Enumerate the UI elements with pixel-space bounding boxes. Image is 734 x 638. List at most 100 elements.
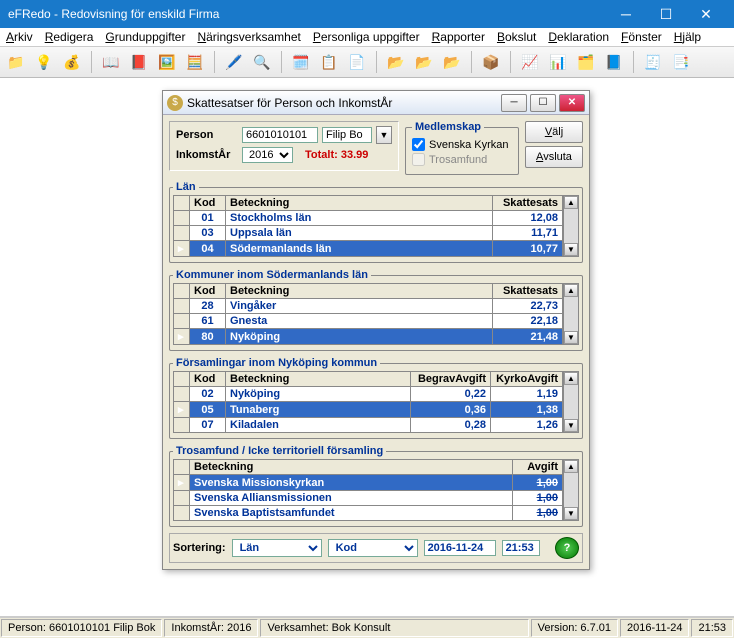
scrollbar[interactable]: ▲▼ <box>563 195 579 257</box>
dialog-title: Skattesatser för Person och InkomstÅr <box>187 96 498 110</box>
menu-naringsverksamhet[interactable]: Näringsverksamhet <box>197 30 300 44</box>
scrollbar[interactable]: ▲▼ <box>563 283 579 345</box>
toolbar-icon[interactable]: 📦 <box>479 50 503 74</box>
forsamling-group: Församlingar inom Nyköping kommun KodBet… <box>169 357 583 439</box>
kommun-legend: Kommuner inom Södermanlands län <box>173 269 371 281</box>
table-row: 28Vingåker22,73 <box>174 299 563 314</box>
toolbar-icon[interactable]: 🗂️ <box>574 50 598 74</box>
table-row: ▸05Tunaberg0,361,38 <box>174 402 563 418</box>
menu-deklaration[interactable]: Deklaration <box>548 30 609 44</box>
kommun-table[interactable]: KodBeteckningSkattesats 28Vingåker22,73 … <box>173 283 563 345</box>
toolbar-icon[interactable]: 📂 <box>412 50 436 74</box>
table-row: 61Gnesta22,18 <box>174 314 563 329</box>
menu-hjalp[interactable]: Hjälp <box>674 30 701 44</box>
toolbar-icon[interactable]: 📈 <box>518 50 542 74</box>
menu-arkiv[interactable]: Arkiv <box>6 30 33 44</box>
toolbar-icon[interactable]: 🔍 <box>250 50 274 74</box>
status-year: InkomstÅr: 2016 <box>164 619 258 637</box>
toolbar-icon[interactable]: 📑 <box>669 50 693 74</box>
toolbar-icon[interactable]: 📕 <box>127 50 151 74</box>
close-button[interactable]: ✕ <box>686 0 726 28</box>
toolbar-icon[interactable]: 💡 <box>32 50 56 74</box>
forsamling-legend: Församlingar inom Nyköping kommun <box>173 357 380 369</box>
status-bar: Person: 6601010101 Filip Bok InkomstÅr: … <box>0 616 734 638</box>
sort-select-2[interactable]: Kod <box>328 539 418 557</box>
dialog-minimize[interactable]: ─ <box>501 94 527 112</box>
toolbar-icon[interactable]: 📊 <box>546 50 570 74</box>
table-row: 03Uppsala län11,71 <box>174 226 563 241</box>
valj-button[interactable]: Välj <box>525 121 583 143</box>
sort-select-1[interactable]: Län <box>232 539 322 557</box>
sort-time[interactable] <box>502 540 540 556</box>
tros-checkbox <box>412 153 425 166</box>
toolbar-icon[interactable]: 📘 <box>602 50 626 74</box>
person-name-input[interactable] <box>322 127 372 143</box>
toolbar-icon[interactable]: 🧾 <box>641 50 665 74</box>
dialog-icon: $ <box>167 95 183 111</box>
toolbar-icon[interactable]: 🖊️ <box>222 50 246 74</box>
dialog-maximize[interactable]: ☐ <box>530 94 556 112</box>
dialog-titlebar[interactable]: $ Skattesatser för Person och InkomstÅr … <box>163 91 589 115</box>
menu-grunduppgifter[interactable]: Grunduppgifter <box>105 30 185 44</box>
kommun-group: Kommuner inom Södermanlands län KodBetec… <box>169 269 583 351</box>
table-row: 07Kiladalen0,281,26 <box>174 418 563 433</box>
trosamfund-group: Trosamfund / Icke territoriell församlin… <box>169 445 583 527</box>
tros-label: Trosamfund <box>429 154 487 166</box>
svk-label: Svenska Kyrkan <box>429 139 508 151</box>
scrollbar[interactable]: ▲▼ <box>563 371 579 433</box>
toolbar-icon[interactable]: 🖼️ <box>155 50 179 74</box>
person-dropdown-button[interactable]: ▼ <box>376 126 392 144</box>
toolbar-icon[interactable]: 📄 <box>345 50 369 74</box>
maximize-button[interactable]: ☐ <box>646 0 686 28</box>
table-row: ▸Svenska Missionskyrkan1,00 <box>174 475 563 491</box>
membership-legend: Medlemskap <box>412 121 484 133</box>
year-select[interactable]: 2016 <box>242 147 293 163</box>
table-row: 01Stockholms län12,08 <box>174 211 563 226</box>
toolbar: 📁 💡 💰 📖 📕 🖼️ 🧮 🖊️ 🔍 🗓️ 📋 📄 📂 📂 📂 📦 📈 📊 🗂… <box>0 47 734 78</box>
forsamling-table[interactable]: KodBeteckningBegravAvgiftKyrkoAvgift 02N… <box>173 371 563 433</box>
menu-personliga[interactable]: Personliga uppgifter <box>313 30 420 44</box>
help-icon[interactable]: ? <box>555 537 579 559</box>
minimize-button[interactable]: ─ <box>606 0 646 28</box>
lan-legend: Län <box>173 181 199 193</box>
sort-label: Sortering: <box>173 542 226 554</box>
dialog-close[interactable]: ✕ <box>559 94 585 112</box>
toolbar-icon[interactable]: 📂 <box>440 50 464 74</box>
table-row: ▸80Nyköping21,48 <box>174 329 563 345</box>
status-version: Version: 6.7.01 <box>531 619 618 637</box>
toolbar-icon[interactable]: 🗓️ <box>289 50 313 74</box>
table-row: ▸04Södermanlands län10,77 <box>174 241 563 257</box>
menu-rapporter[interactable]: Rapporter <box>432 30 485 44</box>
app-title: eFRedo - Redovisning för enskild Firma <box>8 7 606 21</box>
toolbar-icon[interactable]: 💰 <box>60 50 84 74</box>
status-verksamhet: Verksamhet: Bok Konsult <box>260 619 528 637</box>
trosamfund-table[interactable]: BeteckningAvgift ▸Svenska Missionskyrkan… <box>173 459 563 521</box>
person-label: Person <box>176 129 238 141</box>
menu-fonster[interactable]: Fönster <box>621 30 662 44</box>
toolbar-icon[interactable]: 📁 <box>4 50 28 74</box>
person-panel: Person ▼ InkomstÅr 2016 Totalt: 33.99 <box>169 121 399 171</box>
toolbar-icon[interactable]: 📖 <box>99 50 123 74</box>
avsluta-button[interactable]: Avsluta <box>525 146 583 168</box>
trosamfund-legend: Trosamfund / Icke territoriell församlin… <box>173 445 386 457</box>
toolbar-icon[interactable]: 🧮 <box>183 50 207 74</box>
table-row: Svenska Baptistsamfundet1,00 <box>174 506 563 521</box>
status-person: Person: 6601010101 Filip Bok <box>1 619 162 637</box>
person-id-input[interactable] <box>242 127 318 143</box>
table-row: Svenska Alliansmissionen1,00 <box>174 491 563 506</box>
menu-bar: Arkiv Redigera Grunduppgifter Näringsver… <box>0 28 734 47</box>
sort-date[interactable] <box>424 540 496 556</box>
sort-bar: Sortering: Län Kod ? <box>169 533 583 563</box>
main-titlebar: eFRedo - Redovisning för enskild Firma ─… <box>0 0 734 28</box>
lan-group: Län KodBeteckningSkattesats 01Stockholms… <box>169 181 583 263</box>
menu-bokslut[interactable]: Bokslut <box>497 30 536 44</box>
table-row: 02Nyköping0,221,19 <box>174 387 563 402</box>
toolbar-icon[interactable]: 📋 <box>317 50 341 74</box>
menu-redigera[interactable]: Redigera <box>45 30 94 44</box>
scrollbar[interactable]: ▲▼ <box>563 459 579 521</box>
year-label: InkomstÅr <box>176 149 238 161</box>
tax-dialog: $ Skattesatser för Person och InkomstÅr … <box>162 90 590 570</box>
svk-checkbox[interactable] <box>412 138 425 151</box>
toolbar-icon[interactable]: 📂 <box>384 50 408 74</box>
lan-table[interactable]: KodBeteckningSkattesats 01Stockholms län… <box>173 195 563 257</box>
